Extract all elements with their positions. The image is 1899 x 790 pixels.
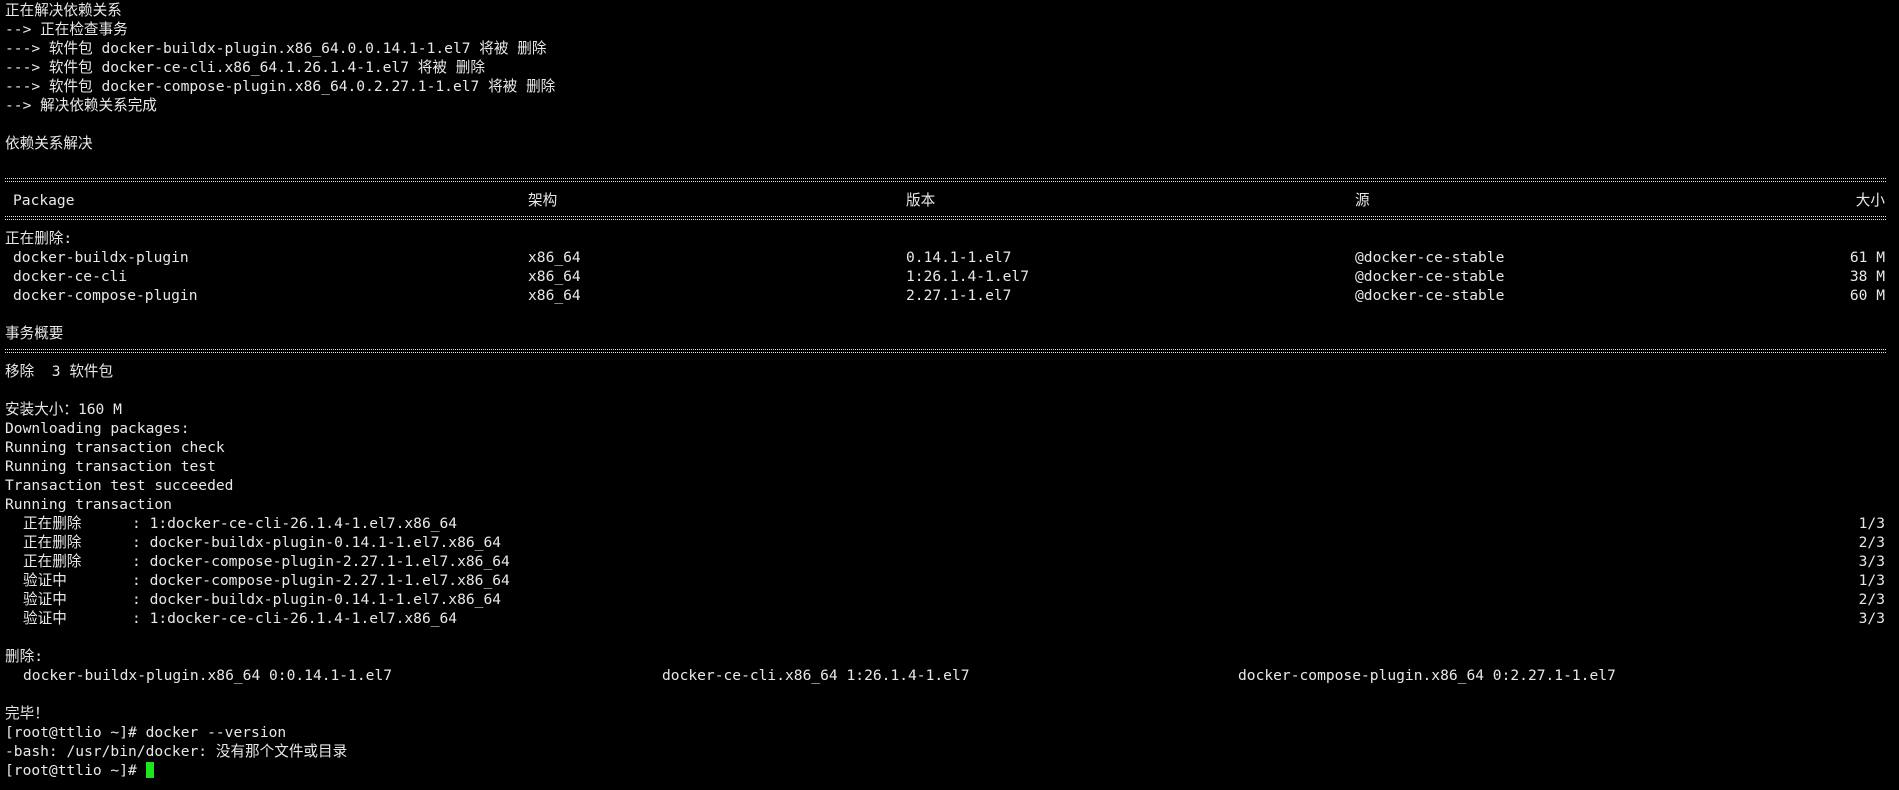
step-action: 正在删除: [23, 534, 82, 551]
output-line: Running transaction test: [5, 458, 216, 475]
step-progress: 1/3: [1858, 515, 1885, 532]
table-separator: [5, 172, 1899, 191]
table-row: docker-compose-plugin x86_64 2.27.1-1.el…: [5, 286, 1899, 305]
terminal-window[interactable]: 正在解决依赖关系 --> 正在检查事务 ---> 软件包 docker-buil…: [0, 0, 1899, 790]
step-progress: 2/3: [1858, 534, 1885, 551]
step-row: 正在删除 : docker-compose-plugin-2.27.1-1.el…: [5, 552, 1899, 571]
shell-prompt: [root@ttlio ~]#: [5, 724, 146, 741]
output-line: --> 正在检查事务: [5, 21, 128, 38]
cell-arch: x86_64: [528, 287, 581, 304]
step-row: 验证中 : 1:docker-ce-cli-26.1.4-1.el7.x86_6…: [5, 609, 1899, 628]
table-header-row: Package 架构 版本 源 大小: [5, 191, 1899, 210]
cell-repo: @docker-ce-stable: [1355, 249, 1505, 266]
install-size: 安装大小：160 M: [5, 401, 122, 418]
output-line: --> 解决依赖关系完成: [5, 97, 157, 114]
cell-arch: x86_64: [528, 268, 581, 285]
removed-list: docker-buildx-plugin.x86_64 0:0.14.1-1.e…: [5, 666, 1899, 685]
step-progress: 2/3: [1858, 591, 1885, 608]
command-line: [root@ttlio ~]# docker --version: [5, 723, 1899, 742]
step-package: : docker-buildx-plugin-0.14.1-1.el7.x86_…: [132, 591, 502, 608]
shell-prompt: [root@ttlio ~]#: [5, 762, 146, 779]
step-package-name: 1:docker-ce-cli-26.1.4-1.el7.x86_64: [149, 610, 458, 627]
step-package: : docker-buildx-plugin-0.14.1-1.el7.x86_…: [132, 534, 502, 551]
output-line: 依赖关系解决: [5, 135, 93, 152]
cell-repo: @docker-ce-stable: [1355, 268, 1505, 285]
header-arch: 架构: [528, 192, 558, 209]
output-line: 正在解决依赖关系: [5, 2, 122, 19]
cell-size: 38 M: [1849, 268, 1885, 285]
output-line: ---> 软件包 docker-ce-cli.x86_64.1.26.1.4-1…: [5, 59, 485, 76]
step-row: 验证中 : docker-buildx-plugin-0.14.1-1.el7.…: [5, 590, 1899, 609]
header-size: 大小: [1855, 192, 1885, 209]
header-repo: 源: [1355, 192, 1370, 209]
table-separator: [5, 210, 1899, 229]
step-row: 验证中 : docker-compose-plugin-2.27.1-1.el7…: [5, 571, 1899, 590]
cell-package: docker-compose-plugin: [13, 287, 198, 304]
summary-remove: 移除 3 软件包: [5, 363, 114, 380]
step-package: : docker-compose-plugin-2.27.1-1.el7.x86…: [132, 572, 510, 589]
removed-item: docker-compose-plugin.x86_64 0:2.27.1-1.…: [1238, 667, 1616, 684]
table-row: docker-buildx-plugin x86_64 0.14.1-1.el7…: [5, 248, 1899, 267]
step-package: : docker-compose-plugin-2.27.1-1.el7.x86…: [132, 553, 510, 570]
output-line: Running transaction: [5, 496, 172, 513]
output-line: ---> 软件包 docker-compose-plugin.x86_64.0.…: [5, 78, 556, 95]
step-action: 验证中: [23, 572, 67, 589]
step-action: 正在删除: [23, 553, 82, 570]
removed-item: docker-ce-cli.x86_64 1:26.1.4-1.el7: [662, 667, 970, 684]
step-progress: 3/3: [1858, 610, 1885, 627]
cell-size: 60 M: [1849, 287, 1885, 304]
command-text: docker --version: [145, 724, 287, 741]
summary-title: 事务概要: [5, 325, 64, 342]
output-line: Running transaction check: [5, 439, 225, 456]
step-package-name: docker-buildx-plugin-0.14.1-1.el7.x86_64: [149, 534, 502, 551]
table-separator: [5, 343, 1899, 362]
step-package-name: docker-buildx-plugin-0.14.1-1.el7.x86_64: [149, 591, 502, 608]
cell-size: 61 M: [1849, 249, 1885, 266]
output-line: Downloading packages:: [5, 420, 190, 437]
table-row: docker-ce-cli x86_64 1:26.1.4-1.el7 @doc…: [5, 267, 1899, 286]
cell-version: 0.14.1-1.el7: [906, 249, 1012, 266]
cell-package: docker-buildx-plugin: [13, 249, 189, 266]
step-package-name: docker-compose-plugin-2.27.1-1.el7.x86_6…: [149, 572, 510, 589]
table-section-label: 正在删除:: [5, 230, 73, 247]
step-progress: 1/3: [1858, 572, 1885, 589]
header-version: 版本: [906, 192, 936, 209]
cell-version: 1:26.1.4-1.el7: [906, 268, 1030, 285]
header-package: Package: [13, 192, 75, 209]
cell-package: docker-ce-cli: [13, 268, 128, 285]
step-progress: 3/3: [1858, 553, 1885, 570]
completion-message: 完毕！: [5, 705, 49, 722]
cursor: [145, 762, 154, 778]
step-row: 正在删除 : docker-buildx-plugin-0.14.1-1.el7…: [5, 533, 1899, 552]
step-package: : 1:docker-ce-cli-26.1.4-1.el7.x86_64: [132, 515, 458, 532]
output-line: Transaction test succeeded: [5, 477, 234, 494]
command-line[interactable]: [root@ttlio ~]#: [5, 761, 1899, 780]
removed-item: docker-buildx-plugin.x86_64 0:0.14.1-1.e…: [23, 667, 393, 684]
step-action: 正在删除: [23, 515, 82, 532]
cell-version: 2.27.1-1.el7: [906, 287, 1012, 304]
step-row: 正在删除 : 1:docker-ce-cli-26.1.4-1.el7.x86_…: [5, 514, 1899, 533]
error-line: -bash: /usr/bin/docker: 没有那个文件或目录: [5, 743, 348, 760]
step-action: 验证中: [23, 591, 67, 608]
step-package-name: 1:docker-ce-cli-26.1.4-1.el7.x86_64: [149, 515, 458, 532]
step-package-name: docker-compose-plugin-2.27.1-1.el7.x86_6…: [149, 553, 510, 570]
cell-repo: @docker-ce-stable: [1355, 287, 1505, 304]
cell-arch: x86_64: [528, 249, 581, 266]
step-package: : 1:docker-ce-cli-26.1.4-1.el7.x86_64: [132, 610, 458, 627]
output-line: ---> 软件包 docker-buildx-plugin.x86_64.0.0…: [5, 40, 547, 57]
removed-label: 删除:: [5, 648, 43, 665]
step-action: 验证中: [23, 610, 67, 627]
